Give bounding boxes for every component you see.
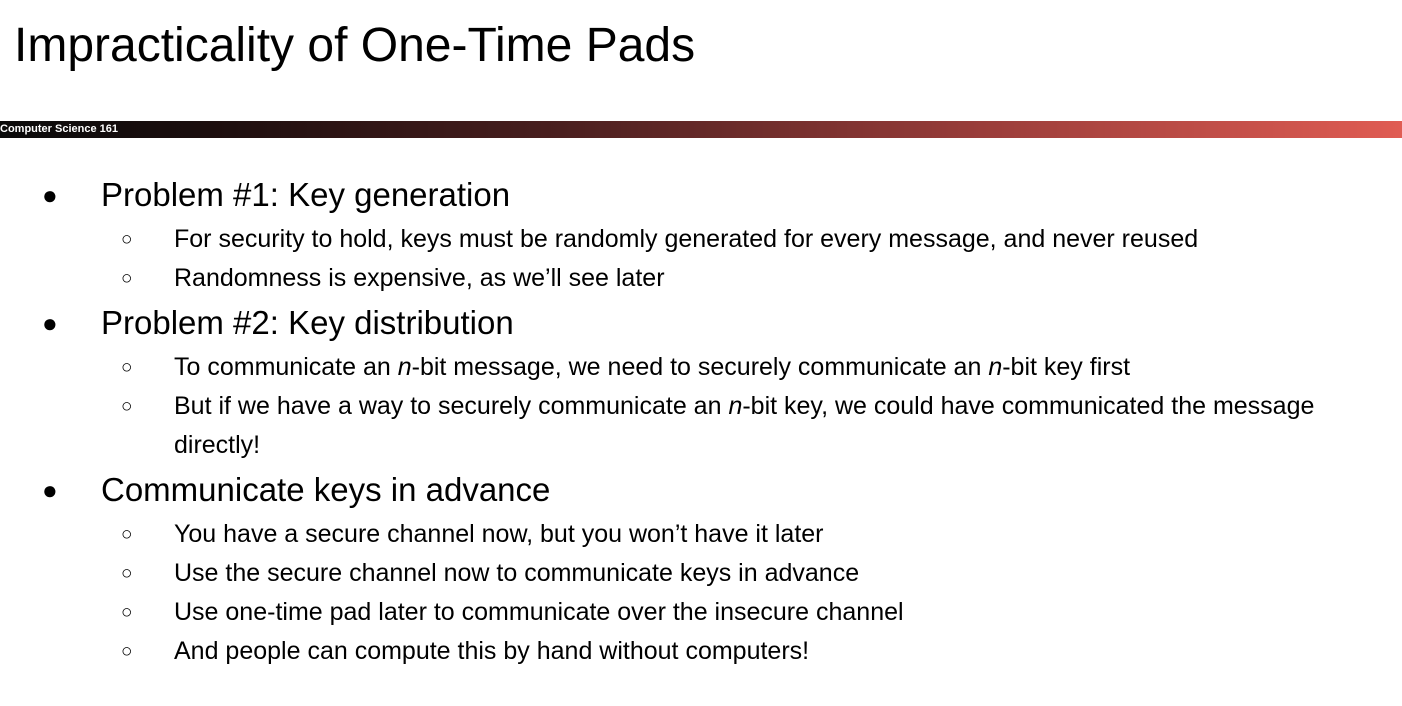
sub-bullet-item: ○ You have a secure channel now, but you …	[0, 515, 1402, 554]
sub-bullet-text: To communicate an n-bit message, we need…	[174, 348, 1374, 387]
sub-bullet-item: ○ Randomness is expensive, as we’ll see l…	[0, 259, 1402, 298]
text-run: But if we have a way to securely communi…	[174, 392, 729, 420]
italic-variable: n	[728, 392, 743, 420]
italic-variable: n	[397, 353, 412, 381]
sub-bullet-marker: ○	[121, 641, 133, 662]
bullet-item: ● Communicate keys in advance	[0, 469, 1402, 511]
bullet-marker: ●	[42, 475, 58, 505]
bullet-heading: Problem #1: Key generation	[101, 176, 511, 213]
text-run: To communicate an	[174, 353, 398, 381]
bullet-marker: ●	[42, 308, 58, 338]
course-label: Computer Science 161	[0, 123, 118, 135]
sub-bullet-text: Randomness is expensive, as we’ll see la…	[174, 259, 1374, 298]
text-run: And people can compute this by hand with…	[174, 637, 810, 665]
text-run: Use the secure channel now to communicat…	[174, 559, 860, 587]
sub-bullet-item: ○ Use one-time pad later to communicate o…	[0, 593, 1402, 632]
slide-content: ● Problem #1: Key generation ○ For security…	[0, 174, 1402, 671]
sub-bullet-marker: ○	[121, 396, 133, 417]
text-run: Randomness is expensive, as we’ll see la…	[174, 264, 665, 292]
bullet-heading: Communicate keys in advance	[101, 471, 551, 508]
bullet-item: ● Problem #2: Key distribution	[0, 302, 1402, 344]
text-run: -bit message, we need to securely commun…	[411, 353, 989, 381]
sub-bullet-item: ○ And people can compute this by hand wit…	[0, 632, 1402, 671]
sub-bullet-marker: ○	[121, 563, 133, 584]
italic-variable: n	[988, 353, 1003, 381]
sub-bullet-item: ○ But if we have a way to securely commun…	[0, 387, 1402, 465]
bullet-item: ● Problem #1: Key generation	[0, 174, 1402, 216]
text-run: Use one-time pad later to communicate ov…	[174, 598, 904, 626]
sub-bullet-item: ○ For security to hold, keys must be rand…	[0, 220, 1402, 259]
sub-bullet-item: ○ To communicate an n-bit message, we nee…	[0, 348, 1402, 387]
sub-bullet-item: ○ Use the secure channel now to communica…	[0, 554, 1402, 593]
sub-bullet-marker: ○	[121, 524, 133, 545]
bullet-heading: Problem #2: Key distribution	[101, 304, 514, 341]
sub-bullet-text: And people can compute this by hand with…	[174, 632, 1374, 671]
slide-title: Impracticality of One-Time Pads	[14, 19, 696, 72]
sub-bullet-marker: ○	[121, 602, 133, 623]
sub-bullet-text: Use the secure channel now to communicat…	[174, 554, 1374, 593]
text-run: -bit key first	[1002, 353, 1131, 381]
text-run: You have a secure channel now, but you w…	[174, 520, 824, 548]
sub-bullet-text: For security to hold, keys must be rando…	[174, 220, 1374, 259]
text-run: For security to hold, keys must be rando…	[174, 225, 1199, 253]
sub-bullet-text: You have a secure channel now, but you w…	[174, 515, 1374, 554]
sub-bullet-text: But if we have a way to securely communi…	[174, 387, 1374, 465]
bullet-marker: ●	[42, 180, 58, 210]
sub-bullet-marker: ○	[121, 229, 133, 250]
sub-bullet-marker: ○	[121, 357, 133, 378]
course-header-bar: Computer Science 161	[0, 121, 1402, 138]
sub-bullet-text: Use one-time pad later to communicate ov…	[174, 593, 1374, 632]
sub-bullet-marker: ○	[121, 268, 133, 289]
